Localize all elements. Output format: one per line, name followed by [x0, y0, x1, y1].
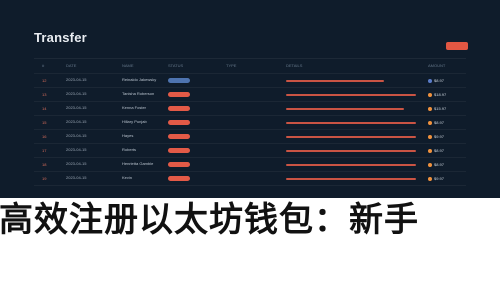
table-row[interactable]: 15 2023-04-15 Hillary Punjab $8.97: [34, 116, 466, 130]
amount-dot-icon: [428, 176, 432, 181]
details-bar: [286, 163, 416, 166]
row-name: Kevin: [122, 175, 133, 181]
row-date: 2023-04-15: [66, 133, 87, 139]
row-id: 15: [42, 120, 47, 125]
row-id: 17: [42, 148, 47, 153]
details-bar: [286, 107, 404, 110]
amount-dot-icon: [428, 106, 432, 111]
header-date: Date: [66, 63, 77, 68]
amount-cell: $8.97: [428, 120, 444, 125]
amount-dot-icon: [428, 148, 432, 153]
table-row[interactable]: 17 2023-04-15 Roberts $8.97: [34, 144, 466, 158]
headline-band: 高效注册以太坊钱包：新手: [0, 198, 500, 300]
details-bar: [286, 121, 416, 124]
header-amount: Amount: [428, 63, 446, 68]
amount-text: $9.97: [434, 134, 445, 139]
amount-cell: $8.97: [428, 78, 444, 83]
header-name: Name: [122, 63, 134, 68]
row-id: 14: [42, 106, 47, 111]
table-row[interactable]: 14 2023-04-15 Kenna Foster $15.97: [34, 102, 466, 116]
amount-text: $8.97: [434, 148, 445, 153]
header-type: Type: [226, 63, 237, 68]
row-date: 2023-04-15: [66, 175, 87, 181]
row-id: 19: [42, 176, 47, 181]
table-row[interactable]: 16 2023-04-15 Hayes $9.97: [34, 130, 466, 144]
details-bar: [286, 177, 416, 180]
row-date: 2023-04-15: [66, 91, 87, 97]
details-bar: [286, 93, 416, 96]
row-name: Kenna Foster: [122, 105, 147, 111]
row-date: 2023-04-15: [66, 161, 87, 167]
row-id: 16: [42, 134, 47, 139]
amount-text: $18.97: [434, 92, 447, 97]
status-pill[interactable]: [168, 148, 190, 153]
header-status: Status: [168, 63, 184, 68]
table-row[interactable]: 12 2023-04-15 Reinaldo Jakewsky $8.97: [34, 74, 466, 88]
amount-dot-icon: [428, 78, 432, 83]
details-bar: [286, 135, 416, 138]
table-header-row: # Date Name Status Type Details Amount: [34, 59, 466, 74]
amount-text: $15.97: [434, 106, 447, 111]
amount-cell: $9.97: [428, 176, 444, 181]
row-name: Hayes: [122, 133, 134, 139]
amount-dot-icon: [428, 134, 432, 139]
amount-cell: $8.97: [428, 148, 444, 153]
row-date: 2023-04-15: [66, 77, 87, 83]
table-row[interactable]: 19 2023-04-15 Kevin $9.97: [34, 172, 466, 186]
table-row[interactable]: 18 2023-04-15 Henrietta Gamble $8.97: [34, 158, 466, 172]
details-bar: [286, 79, 384, 82]
row-date: 2023-04-15: [66, 119, 87, 125]
row-id: 13: [42, 92, 47, 97]
row-date: 2023-04-15: [66, 105, 87, 111]
row-name: Hillary Punjab: [122, 119, 147, 125]
status-pill[interactable]: [168, 162, 190, 167]
status-pill[interactable]: [168, 92, 190, 97]
row-name: Roberts: [122, 147, 137, 153]
status-pill[interactable]: [168, 176, 190, 181]
amount-cell: $9.97: [428, 134, 444, 139]
row-id: 18: [42, 162, 47, 167]
row-date: 2023-04-15: [66, 147, 87, 153]
window-title: Transfer: [34, 30, 87, 45]
amount-dot-icon: [428, 120, 432, 125]
status-pill[interactable]: [168, 106, 190, 111]
status-pill[interactable]: [168, 134, 190, 139]
transfer-table: # Date Name Status Type Details Amount 1…: [34, 58, 466, 193]
header-index: #: [42, 63, 45, 68]
amount-text: $8.97: [434, 120, 445, 125]
header-details: Details: [286, 63, 303, 68]
screen-root: Transfer # Date Name Status Type Details…: [0, 0, 500, 300]
amount-text: $8.97: [434, 162, 445, 167]
amount-dot-icon: [428, 92, 432, 97]
row-name: Reinaldo Jakewsky: [122, 77, 157, 83]
row-name: Tanisha Roberson: [122, 91, 155, 97]
status-pill[interactable]: [168, 78, 190, 83]
row-id: 12: [42, 78, 47, 83]
table-row[interactable]: 13 2023-04-15 Tanisha Roberson $18.97: [34, 88, 466, 102]
details-bar: [286, 149, 416, 152]
headline-text: 高效注册以太坊钱包：新手: [0, 200, 419, 240]
amount-dot-icon: [428, 162, 432, 167]
amount-cell: $8.97: [428, 162, 444, 167]
amount-text: $9.97: [434, 176, 445, 181]
amount-cell: $18.97: [428, 92, 446, 97]
amount-cell: $15.97: [428, 106, 446, 111]
row-name: Henrietta Gamble: [122, 161, 154, 167]
status-pill[interactable]: [168, 120, 190, 125]
amount-text: $8.97: [434, 78, 445, 83]
top-action-button[interactable]: [446, 42, 468, 50]
transfer-window: Transfer # Date Name Status Type Details…: [0, 0, 500, 198]
